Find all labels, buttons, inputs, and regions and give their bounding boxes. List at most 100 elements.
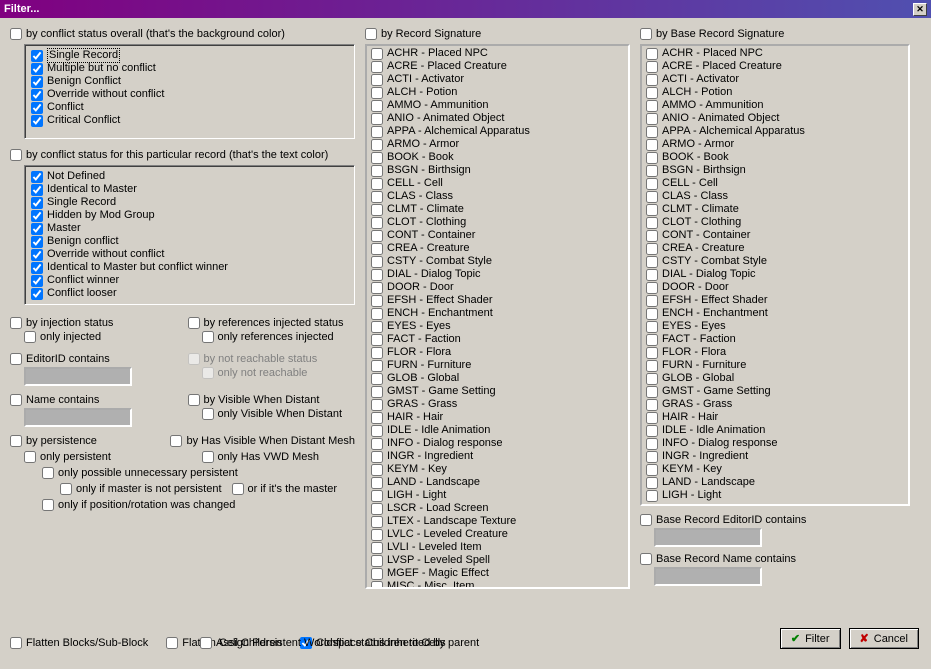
list-item[interactable]: CSTY - Combat Style xyxy=(642,255,908,268)
list-item[interactable]: GLOB - Global xyxy=(367,372,628,385)
list-item[interactable]: FURN - Furniture xyxy=(367,359,628,372)
record-listbox[interactable]: Not DefinedIdentical to MasterSingle Rec… xyxy=(24,165,355,305)
list-item[interactable]: APPA - Alchemical Apparatus xyxy=(642,125,908,138)
by-conflict-overall-checkbox[interactable]: by conflict status overall (that's the b… xyxy=(10,28,355,40)
list-item[interactable]: DOOR - Door xyxy=(642,281,908,294)
list-item[interactable]: LTEX - Landscape Texture xyxy=(367,515,628,528)
list-item[interactable]: HAIR - Hair xyxy=(642,411,908,424)
list-item[interactable]: ACTI - Activator xyxy=(642,73,908,86)
list-item[interactable]: CLAS - Class xyxy=(642,190,908,203)
list-item[interactable]: FLOR - Flora xyxy=(367,346,628,359)
list-item[interactable]: CONT - Container xyxy=(642,229,908,242)
list-item[interactable]: Multiple but no conflict xyxy=(31,62,348,75)
list-item[interactable]: DOOR - Door xyxy=(367,281,628,294)
list-item[interactable]: KEYM - Key xyxy=(642,463,908,476)
list-item[interactable]: HAIR - Hair xyxy=(367,411,628,424)
base-editorid-checkbox[interactable]: Base Record EditorID contains xyxy=(640,514,910,526)
list-item[interactable]: BOOK - Book xyxy=(367,151,628,164)
list-item[interactable]: ARMO - Armor xyxy=(642,138,908,151)
by-refs-injected-checkbox[interactable]: by references injected status xyxy=(188,317,356,329)
overall-listbox[interactable]: Single RecordMultiple but no conflictBen… xyxy=(24,44,355,139)
flatten-blocks-checkbox[interactable]: Flatten Blocks/Sub-Block xyxy=(10,637,148,649)
list-item[interactable]: LVLI - Leveled Item xyxy=(367,541,628,554)
list-item[interactable]: Master xyxy=(31,222,348,235)
list-item[interactable]: CLMT - Climate xyxy=(367,203,628,216)
only-vwd-checkbox[interactable]: only Visible When Distant xyxy=(202,408,356,420)
by-conflict-record-checkbox[interactable]: by conflict status for this particular r… xyxy=(10,149,355,161)
list-item[interactable]: LSCR - Load Screen xyxy=(367,502,628,515)
list-item[interactable]: CELL - Cell xyxy=(642,177,908,190)
by-has-vwd-mesh-checkbox[interactable]: by Has Visible When Distant Mesh xyxy=(170,435,355,447)
by-base-record-signature-checkbox[interactable]: by Base Record Signature xyxy=(640,28,910,40)
by-vwd-checkbox[interactable]: by Visible When Distant xyxy=(188,394,356,406)
list-item[interactable]: EFSH - Effect Shader xyxy=(367,294,628,307)
base-editorid-input[interactable] xyxy=(654,528,762,547)
list-item[interactable]: Identical to Master xyxy=(31,183,348,196)
list-item[interactable]: Override without conflict xyxy=(31,88,348,101)
list-item[interactable]: DIAL - Dialog Topic xyxy=(642,268,908,281)
list-item[interactable]: Conflict looser xyxy=(31,287,348,300)
base-record-signature-list[interactable]: ACHR - Placed NPCACRE - Placed CreatureA… xyxy=(640,44,910,506)
list-item[interactable]: FACT - Faction xyxy=(367,333,628,346)
base-name-checkbox[interactable]: Base Record Name contains xyxy=(640,553,910,565)
list-item[interactable]: FURN - Furniture xyxy=(642,359,908,372)
name-input[interactable] xyxy=(24,408,132,427)
or-if-master-checkbox[interactable]: or if it's the master xyxy=(232,483,338,495)
list-item[interactable]: CELL - Cell xyxy=(367,177,628,190)
list-item[interactable]: CONT - Container xyxy=(367,229,628,242)
only-unnecessary-checkbox[interactable]: only possible unnecessary persistent xyxy=(42,467,355,479)
list-item[interactable]: DIAL - Dialog Topic xyxy=(367,268,628,281)
list-item[interactable]: Single Record xyxy=(31,49,348,62)
only-has-vwd-mesh-checkbox[interactable]: only Has VWD Mesh xyxy=(202,451,356,463)
list-item[interactable]: AMMO - Ammunition xyxy=(367,99,628,112)
list-item[interactable]: EYES - Eyes xyxy=(367,320,628,333)
base-name-input[interactable] xyxy=(654,567,762,586)
list-item[interactable]: CREA - Creature xyxy=(642,242,908,255)
only-injected-checkbox[interactable]: only injected xyxy=(24,331,178,343)
list-item[interactable]: ACTI - Activator xyxy=(367,73,628,86)
list-item[interactable]: EFSH - Effect Shader xyxy=(642,294,908,307)
list-item[interactable]: GLOB - Global xyxy=(642,372,908,385)
list-item[interactable]: Benign conflict xyxy=(31,235,348,248)
list-item[interactable]: KEYM - Key xyxy=(367,463,628,476)
list-item[interactable]: LAND - Landscape xyxy=(642,476,908,489)
list-item[interactable]: GMST - Game Setting xyxy=(642,385,908,398)
list-item[interactable]: ARMO - Armor xyxy=(367,138,628,151)
list-item[interactable]: GRAS - Grass xyxy=(367,398,628,411)
list-item[interactable]: ALCH - Potion xyxy=(642,86,908,99)
only-if-master-not-checkbox[interactable]: only if master is not persistent xyxy=(60,483,222,495)
list-item[interactable]: INGR - Ingredient xyxy=(642,450,908,463)
list-item[interactable]: LVSP - Leveled Spell xyxy=(367,554,628,567)
list-item[interactable]: IDLE - Idle Animation xyxy=(367,424,628,437)
list-item[interactable]: Override without conflict xyxy=(31,248,348,261)
list-item[interactable]: APPA - Alchemical Apparatus xyxy=(367,125,628,138)
list-item[interactable]: CREA - Creature xyxy=(367,242,628,255)
list-item[interactable]: LIGH - Light xyxy=(642,489,908,502)
list-item[interactable]: Critical Conflict xyxy=(31,114,348,127)
only-if-position-checkbox[interactable]: only if position/rotation was changed xyxy=(42,499,355,511)
only-persistent-checkbox[interactable]: only persistent xyxy=(24,451,178,463)
list-item[interactable]: LIGH - Light xyxy=(367,489,628,502)
list-item[interactable]: Not Defined xyxy=(31,170,348,183)
by-injection-checkbox[interactable]: by injection status xyxy=(10,317,178,329)
list-item[interactable]: ACRE - Placed Creature xyxy=(642,60,908,73)
list-item[interactable]: INFO - Dialog response xyxy=(367,437,628,450)
list-item[interactable]: INGR - Ingredient xyxy=(367,450,628,463)
list-item[interactable]: CLMT - Climate xyxy=(642,203,908,216)
only-refs-injected-checkbox[interactable]: only references injected xyxy=(202,331,356,343)
list-item[interactable]: LAND - Landscape xyxy=(367,476,628,489)
list-item[interactable]: BSGN - Birthsign xyxy=(367,164,628,177)
list-item[interactable]: MISC - Misc. Item xyxy=(367,580,628,589)
list-item[interactable]: ANIO - Animated Object xyxy=(642,112,908,125)
list-item[interactable]: BOOK - Book xyxy=(642,151,908,164)
list-item[interactable]: GMST - Game Setting xyxy=(367,385,628,398)
list-item[interactable]: CLAS - Class xyxy=(367,190,628,203)
assign-persistent-checkbox[interactable]: Assign Persistent Worldspace Children to… xyxy=(200,637,446,649)
list-item[interactable]: INFO - Dialog response xyxy=(642,437,908,450)
list-item[interactable]: ACHR - Placed NPC xyxy=(642,47,908,60)
filter-button[interactable]: ✔Filter xyxy=(780,628,841,649)
editorid-contains-checkbox[interactable]: EditorID contains xyxy=(10,353,178,365)
list-item[interactable]: Conflict xyxy=(31,101,348,114)
list-item[interactable]: IDLE - Idle Animation xyxy=(642,424,908,437)
list-item[interactable]: ALCH - Potion xyxy=(367,86,628,99)
